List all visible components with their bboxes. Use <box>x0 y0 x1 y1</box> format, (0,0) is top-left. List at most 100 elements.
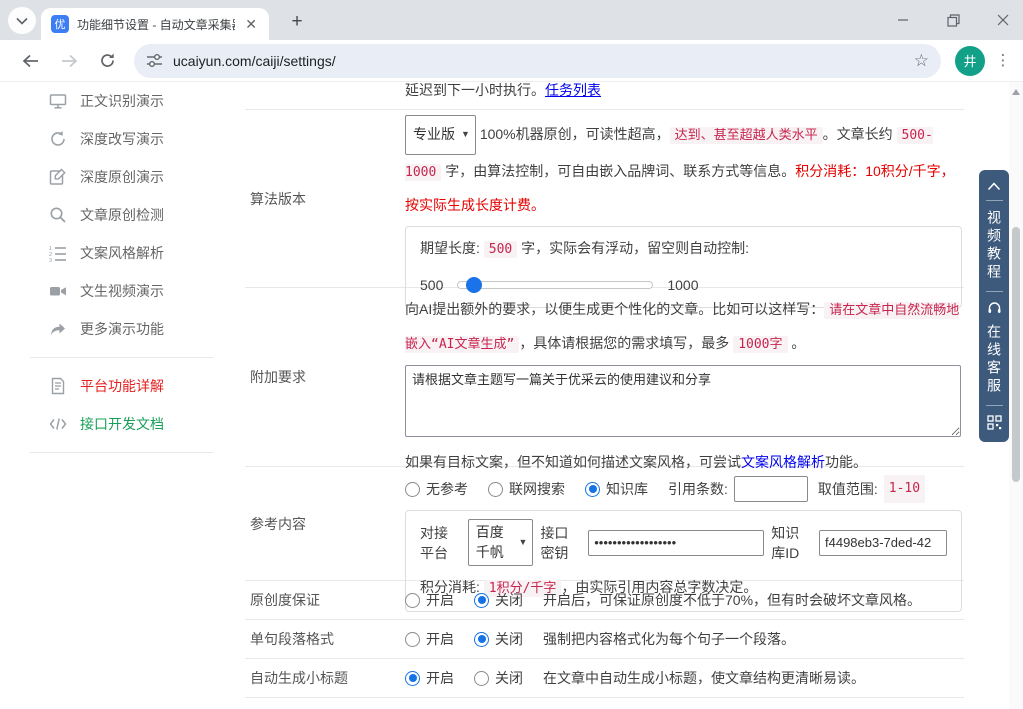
algorithm-version-select[interactable]: 专业版▼ <box>405 115 476 155</box>
radio-label[interactable]: 关闭 <box>495 668 523 688</box>
chevron-down-icon <box>16 17 28 25</box>
radio-label[interactable]: 联网搜索 <box>509 476 565 502</box>
range-label: 取值范围: <box>818 476 878 502</box>
scrollbar-up-arrow[interactable] <box>1012 89 1020 95</box>
platform-label: 对接平台 <box>420 523 461 563</box>
sentence-off-radio[interactable] <box>474 632 489 647</box>
radio-web-search[interactable] <box>488 482 503 497</box>
edit-icon <box>49 168 67 186</box>
expected-length-value: 500 <box>484 241 517 258</box>
profile-avatar[interactable]: 井 <box>955 46 985 76</box>
collapse-up-icon[interactable] <box>987 182 1001 191</box>
floating-side-panel: 视频教程 在线客服 <box>979 170 1009 442</box>
new-tab-button[interactable]: + <box>284 9 310 35</box>
url-text[interactable]: ucaiyun.com/caiji/settings/ <box>173 53 336 69</box>
bookmark-star-icon[interactable]: ☆ <box>914 51 929 71</box>
radio-knowledge-base[interactable] <box>585 482 600 497</box>
row-label: 自动生成小标题 <box>245 659 405 697</box>
tab-search-button[interactable] <box>8 7 36 34</box>
reload-button[interactable] <box>95 49 119 73</box>
subtitle-on-radio[interactable] <box>405 671 420 686</box>
tune-icon[interactable] <box>146 53 163 68</box>
select-arrow-icon: ▼ <box>519 537 528 547</box>
panel-divider <box>986 405 1003 406</box>
minimize-button[interactable] <box>893 10 913 30</box>
schedule-note-row: 延迟到下一小时执行。任务列表 <box>245 82 964 110</box>
sidebar-item-content-recognition[interactable]: 正文识别演示 <box>0 82 243 120</box>
browser-menu-icon[interactable]: ⋮ <box>995 59 1011 63</box>
kb-id-label: 知识库ID <box>771 523 812 563</box>
originality-on-radio[interactable] <box>405 593 420 608</box>
panel-divider <box>986 200 1003 201</box>
radio-label[interactable]: 开启 <box>426 629 454 649</box>
sentence-on-radio[interactable] <box>405 632 420 647</box>
back-button[interactable] <box>19 49 43 73</box>
reference-content-row: 参考内容 无参考 联网搜索 知识库 引用条数: 取值范围: 1-10 对接平台 … <box>245 467 964 581</box>
sidebar-item-api-docs[interactable]: 接口开发文档 <box>0 405 243 443</box>
row-label: 算法版本 <box>245 110 405 287</box>
single-sentence-row: 单句段落格式 开启 关闭 强制把内容格式化为每个句子一个段落。 <box>245 620 964 659</box>
sidebar-item-label: 平台功能详解 <box>80 376 164 396</box>
sidebar-item-platform-features[interactable]: 平台功能详解 <box>0 367 243 405</box>
restore-icon <box>947 14 960 27</box>
sidebar-item-label: 文生视频演示 <box>80 281 164 301</box>
close-icon <box>997 14 1009 26</box>
forward-button[interactable] <box>57 49 81 73</box>
subtitle-off-radio[interactable] <box>474 671 489 686</box>
sidebar-item-style-analysis[interactable]: 123 文案风格解析 <box>0 234 243 272</box>
originality-guarantee-row: 原创度保证 开启 关闭 开启后，可保证原创度不低于70%，但有时会破坏文章风格。 <box>245 581 964 620</box>
quote-count-input[interactable] <box>734 476 808 502</box>
sidebar-item-more-demos[interactable]: 更多演示功能 <box>0 310 243 348</box>
radio-label[interactable]: 关闭 <box>495 590 523 610</box>
radio-label[interactable]: 开启 <box>426 590 454 610</box>
radio-label[interactable]: 关闭 <box>495 629 523 649</box>
online-service-button[interactable]: 在线客服 <box>987 324 1001 396</box>
browser-window: 优 功能细节设置 - 自动文章采集器 ✕ + <box>0 0 1023 709</box>
tab-close-icon[interactable]: ✕ <box>243 15 259 33</box>
restore-button[interactable] <box>943 10 963 30</box>
row-label: 附加要求 <box>245 288 405 466</box>
auto-subtitle-row: 自动生成小标题 开启 关闭 在文章中自动生成小标题，使文章结构更清晰易读。 <box>245 659 964 698</box>
browser-tab[interactable]: 优 功能细节设置 - 自动文章采集器 ✕ <box>41 8 269 40</box>
svg-text:3: 3 <box>49 258 52 262</box>
expected-length-hint: 字，实际会有浮动，留空则自动控制: <box>517 240 749 256</box>
radio-label[interactable]: 无参考 <box>426 476 468 502</box>
qr-code-icon[interactable] <box>987 415 1002 430</box>
sidebar-item-deep-original[interactable]: 深度原创演示 <box>0 158 243 196</box>
max-length-highlight: 1000字 <box>733 336 787 353</box>
sidebar-item-originality-check[interactable]: 文章原创检测 <box>0 196 243 234</box>
scrollbar-thumb[interactable] <box>1012 227 1020 482</box>
extra-requirements-row: 附加要求 向AI提出额外的要求，以便生成更个性化的文章。比如可以这样写：请在文章… <box>245 288 964 467</box>
page-scrollbar[interactable] <box>1009 82 1023 709</box>
radio-label[interactable]: 知识库 <box>606 476 648 502</box>
reload-icon <box>99 52 116 69</box>
headset-icon[interactable] <box>987 301 1002 315</box>
algorithm-desc: 。文章长约 <box>823 126 897 142</box>
platform-select[interactable]: 百度千帆▼ <box>468 519 534 566</box>
api-key-input[interactable] <box>588 530 764 556</box>
row-label: 单句段落格式 <box>245 620 405 658</box>
algorithm-desc: 100%机器原创，可读性超高， <box>480 126 670 142</box>
monitor-icon <box>49 92 67 110</box>
length-slider[interactable] <box>457 281 653 289</box>
close-window-button[interactable] <box>993 10 1013 30</box>
settings-form: 延迟到下一小时执行。任务列表 算法版本 专业版▼ 100%机器原创，可读性超高，… <box>245 82 964 698</box>
originality-off-radio[interactable] <box>474 593 489 608</box>
kb-id-input[interactable] <box>819 530 947 556</box>
sidebar-item-label: 深度改写演示 <box>80 129 164 149</box>
browser-toolbar: ucaiyun.com/caiji/settings/ ☆ 井 ⋮ <box>0 40 1023 82</box>
video-tutorial-button[interactable]: 视频教程 <box>987 210 1001 282</box>
extra-desc: 向AI提出额外的要求，以便生成更个性化的文章。比如可以这样写： <box>405 301 824 317</box>
originality-desc: 开启后，可保证原创度不低于70%，但有时会破坏文章风格。 <box>543 590 921 610</box>
sidebar-item-text-to-video[interactable]: 文生视频演示 <box>0 272 243 310</box>
expected-length-label: 期望长度: <box>420 240 484 256</box>
address-bar[interactable]: ucaiyun.com/caiji/settings/ ☆ <box>134 44 941 78</box>
sentence-desc: 强制把内容格式化为每个句子一个段落。 <box>543 629 795 649</box>
sidebar-divider <box>30 452 213 453</box>
extra-requirements-textarea[interactable] <box>405 365 961 437</box>
sidebar-item-deep-rewrite[interactable]: 深度改写演示 <box>0 120 243 158</box>
radio-label[interactable]: 开启 <box>426 668 454 688</box>
radio-no-reference[interactable] <box>405 482 420 497</box>
row-label: 原创度保证 <box>245 581 405 619</box>
task-list-link[interactable]: 任务列表 <box>545 82 601 98</box>
